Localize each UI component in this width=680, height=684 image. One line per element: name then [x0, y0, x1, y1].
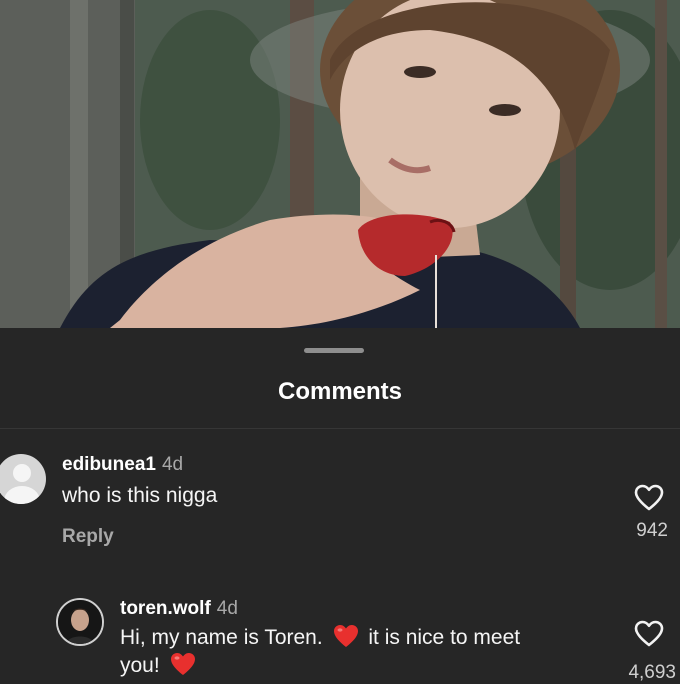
- comment-time: 4d: [216, 598, 238, 619]
- like-count: 942: [636, 520, 668, 541]
- red-heart-emoji-icon: [170, 653, 195, 675]
- comment-text-part: you!: [120, 654, 160, 677]
- comment-item: edibunea1 4d who is this nigga Reply 942: [0, 446, 680, 566]
- post-photo: [0, 0, 680, 328]
- divider: [0, 428, 680, 429]
- default-avatar-icon[interactable]: [0, 454, 46, 504]
- photo-illustration: [0, 0, 680, 328]
- comment-meta: toren.wolf 4d: [120, 598, 238, 620]
- avatar-photo: [58, 600, 102, 644]
- comment-text-part: Hi, my name is Toren.: [120, 626, 323, 649]
- comment-username[interactable]: edibunea1: [62, 454, 156, 475]
- like-count: 4,693: [628, 662, 676, 683]
- reply-button[interactable]: Reply: [62, 526, 114, 548]
- heart-outline-icon[interactable]: [634, 484, 664, 512]
- comment-item-reply: toren.wolf 4d Hi, my name is Toren. it is…: [0, 590, 680, 683]
- heart-outline-icon[interactable]: [634, 620, 664, 648]
- comments-sheet: Comments edibunea1 4d who is this nigga R…: [0, 328, 680, 683]
- comment-text-part: it is nice to meet: [368, 626, 521, 649]
- avatar[interactable]: [56, 598, 104, 646]
- comment-text: Hi, my name is Toren. it is nice to meet…: [120, 624, 600, 680]
- comment-meta: edibunea1 4d: [62, 454, 183, 476]
- sheet-title: Comments: [277, 378, 403, 405]
- comment-username[interactable]: toren.wolf: [120, 598, 211, 619]
- comment-text: who is this nigga: [62, 484, 218, 507]
- red-heart-emoji-icon: [333, 625, 358, 647]
- comment-time: 4d: [161, 454, 184, 475]
- drag-handle[interactable]: [304, 348, 364, 353]
